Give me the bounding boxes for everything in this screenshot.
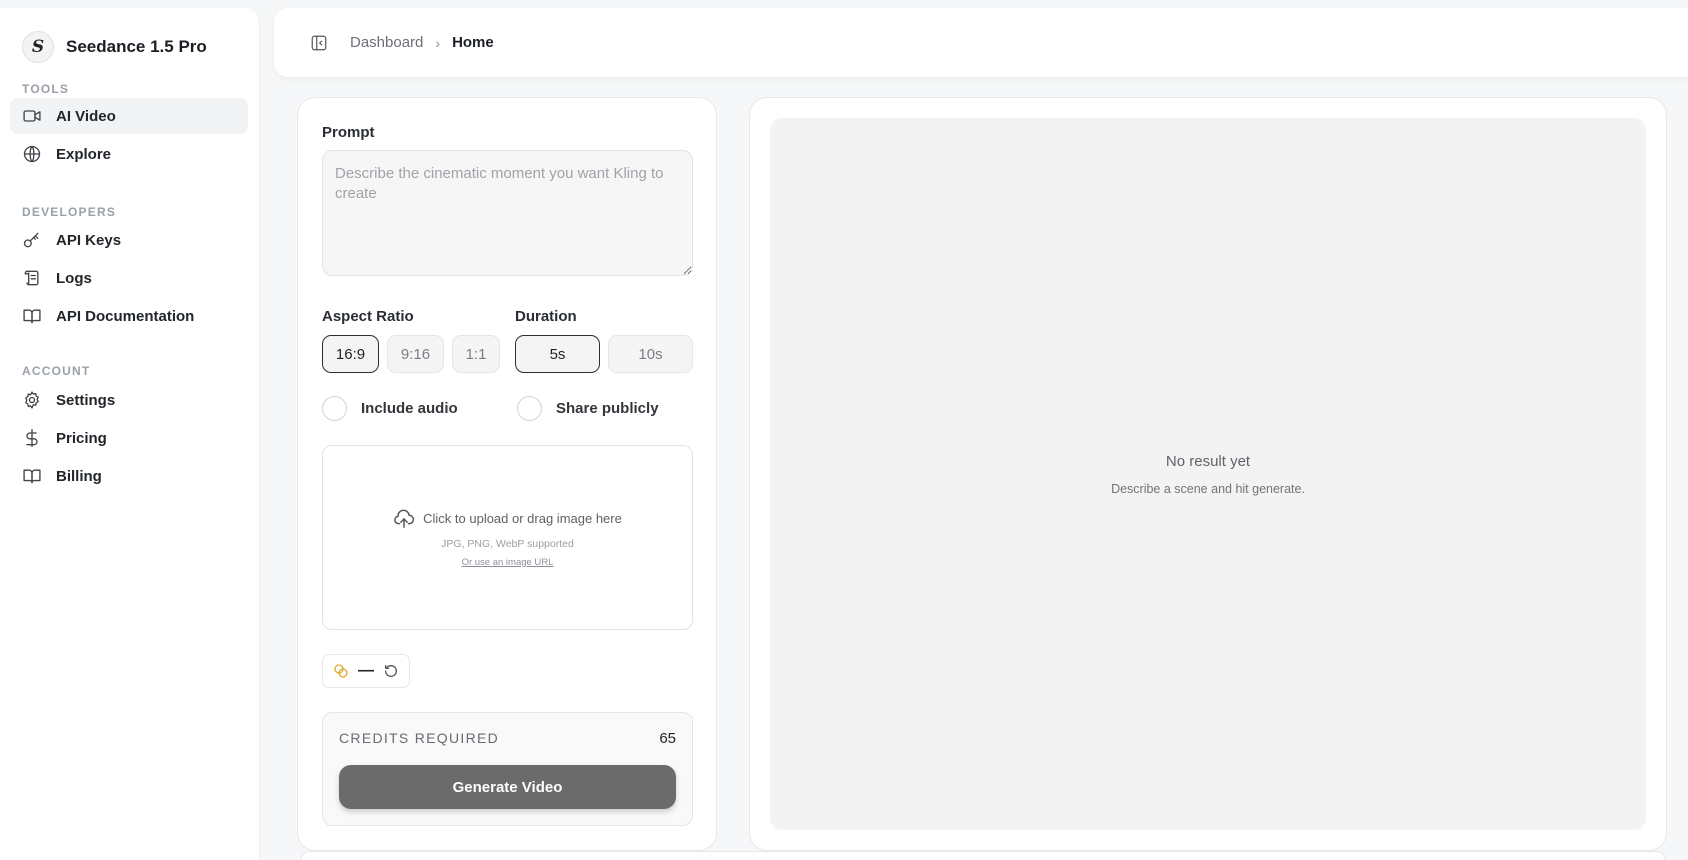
share-publicly-toggle[interactable]: Share publicly [517,396,659,421]
generation-form-panel: Prompt Aspect Ratio 16:9 9:16 1:1 Durati… [297,97,717,851]
sidebar-item-label: API Keys [56,231,122,249]
duration-option-5s[interactable]: 5s [515,335,600,373]
cloud-upload-icon [394,509,415,528]
result-preview-area: No result yet Describe a scene and hit g… [770,118,1646,830]
video-camera-icon [23,110,41,122]
result-panel: No result yet Describe a scene and hit g… [749,97,1667,851]
include-audio-label: Include audio [361,400,458,417]
credits-required-value: 65 [659,730,676,747]
sidebar-item-api-documentation[interactable]: API Documentation [10,298,248,334]
aspect-option-9-16[interactable]: 9:16 [387,335,444,373]
include-audio-checkbox[interactable] [322,396,347,421]
top-header: Dashboard › Home [274,8,1688,77]
open-book-icon [23,309,41,324]
prompt-label: Prompt [322,124,375,141]
key-icon [23,232,39,248]
coins-icon [334,664,348,678]
prompt-input[interactable] [322,150,693,276]
credit-balance-widget: — [322,654,410,688]
book-icon [23,469,41,484]
gear-icon [25,391,39,409]
sidebar-item-label: Logs [56,269,92,287]
sidebar-item-explore[interactable]: Explore [10,136,248,172]
section-label-account: ACCOUNT [22,364,91,378]
aspect-option-1-1[interactable]: 1:1 [452,335,500,373]
upload-prompt: Click to upload or drag image here [393,508,622,530]
brand[interactable]: S Seedance 1.5 Pro [22,31,207,63]
refresh-icon[interactable] [383,663,399,679]
globe-icon [23,145,41,163]
share-publicly-checkbox[interactable] [517,396,542,421]
aspect-option-16-9[interactable]: 16:9 [322,335,379,373]
duration-option-10s[interactable]: 10s [608,335,693,373]
section-label-tools: TOOLS [22,82,70,96]
brand-name: Seedance 1.5 Pro [66,37,207,56]
empty-result-subtitle: Describe a scene and hit generate. [1111,481,1305,496]
image-url-link[interactable]: Or use an image URL [462,557,554,568]
sidebar-item-logs[interactable]: Logs [10,260,248,296]
scroll-icon [24,270,39,286]
upload-main-text: Click to upload or drag image here [423,511,622,526]
sidebar: S Seedance 1.5 Pro TOOLS AI Video Explor… [0,8,260,860]
sidebar-item-ai-video[interactable]: AI Video [10,98,248,134]
sidebar-item-label: AI Video [56,107,116,125]
sidebar-toggle-icon[interactable] [310,34,328,52]
include-audio-toggle[interactable]: Include audio [322,396,458,421]
aspect-ratio-label: Aspect Ratio [322,308,414,325]
sidebar-item-label: Settings [56,391,116,409]
breadcrumb-home: Home [452,34,494,51]
credits-required-label: CREDITS REQUIRED [339,730,500,746]
sidebar-item-api-keys[interactable]: API Keys [10,222,248,258]
app-root: S Seedance 1.5 Pro TOOLS AI Video Explor… [0,0,1688,860]
sidebar-item-pricing[interactable]: Pricing [10,420,248,456]
duration-label: Duration [515,308,577,325]
empty-result-title: No result yet [1165,452,1251,470]
sidebar-item-billing[interactable]: Billing [10,458,248,494]
generate-video-button[interactable]: Generate Video [339,765,676,809]
sidebar-item-label: Billing [56,467,102,485]
sidebar-item-label: Pricing [56,429,107,447]
sidebar-item-label: API Documentation [56,307,195,325]
chevron-right-icon: › [435,34,441,51]
breadcrumb: Dashboard › Home [350,34,494,51]
section-label-developers: DEVELOPERS [22,205,117,219]
brand-logo-icon: S [22,31,54,63]
credit-balance-value: — [358,662,374,679]
dollar-icon [26,429,38,447]
next-section-card [300,851,1666,860]
sidebar-item-label: Explore [56,145,112,163]
upload-formats-text: JPG, PNG, WebP supported [441,537,574,550]
image-upload-dropzone[interactable]: Click to upload or drag image here JPG, … [322,445,693,630]
breadcrumb-dashboard[interactable]: Dashboard [350,34,423,51]
credits-summary: CREDITS REQUIRED 65 Generate Video [322,712,693,826]
share-publicly-label: Share publicly [556,400,659,417]
sidebar-item-settings[interactable]: Settings [10,382,248,418]
